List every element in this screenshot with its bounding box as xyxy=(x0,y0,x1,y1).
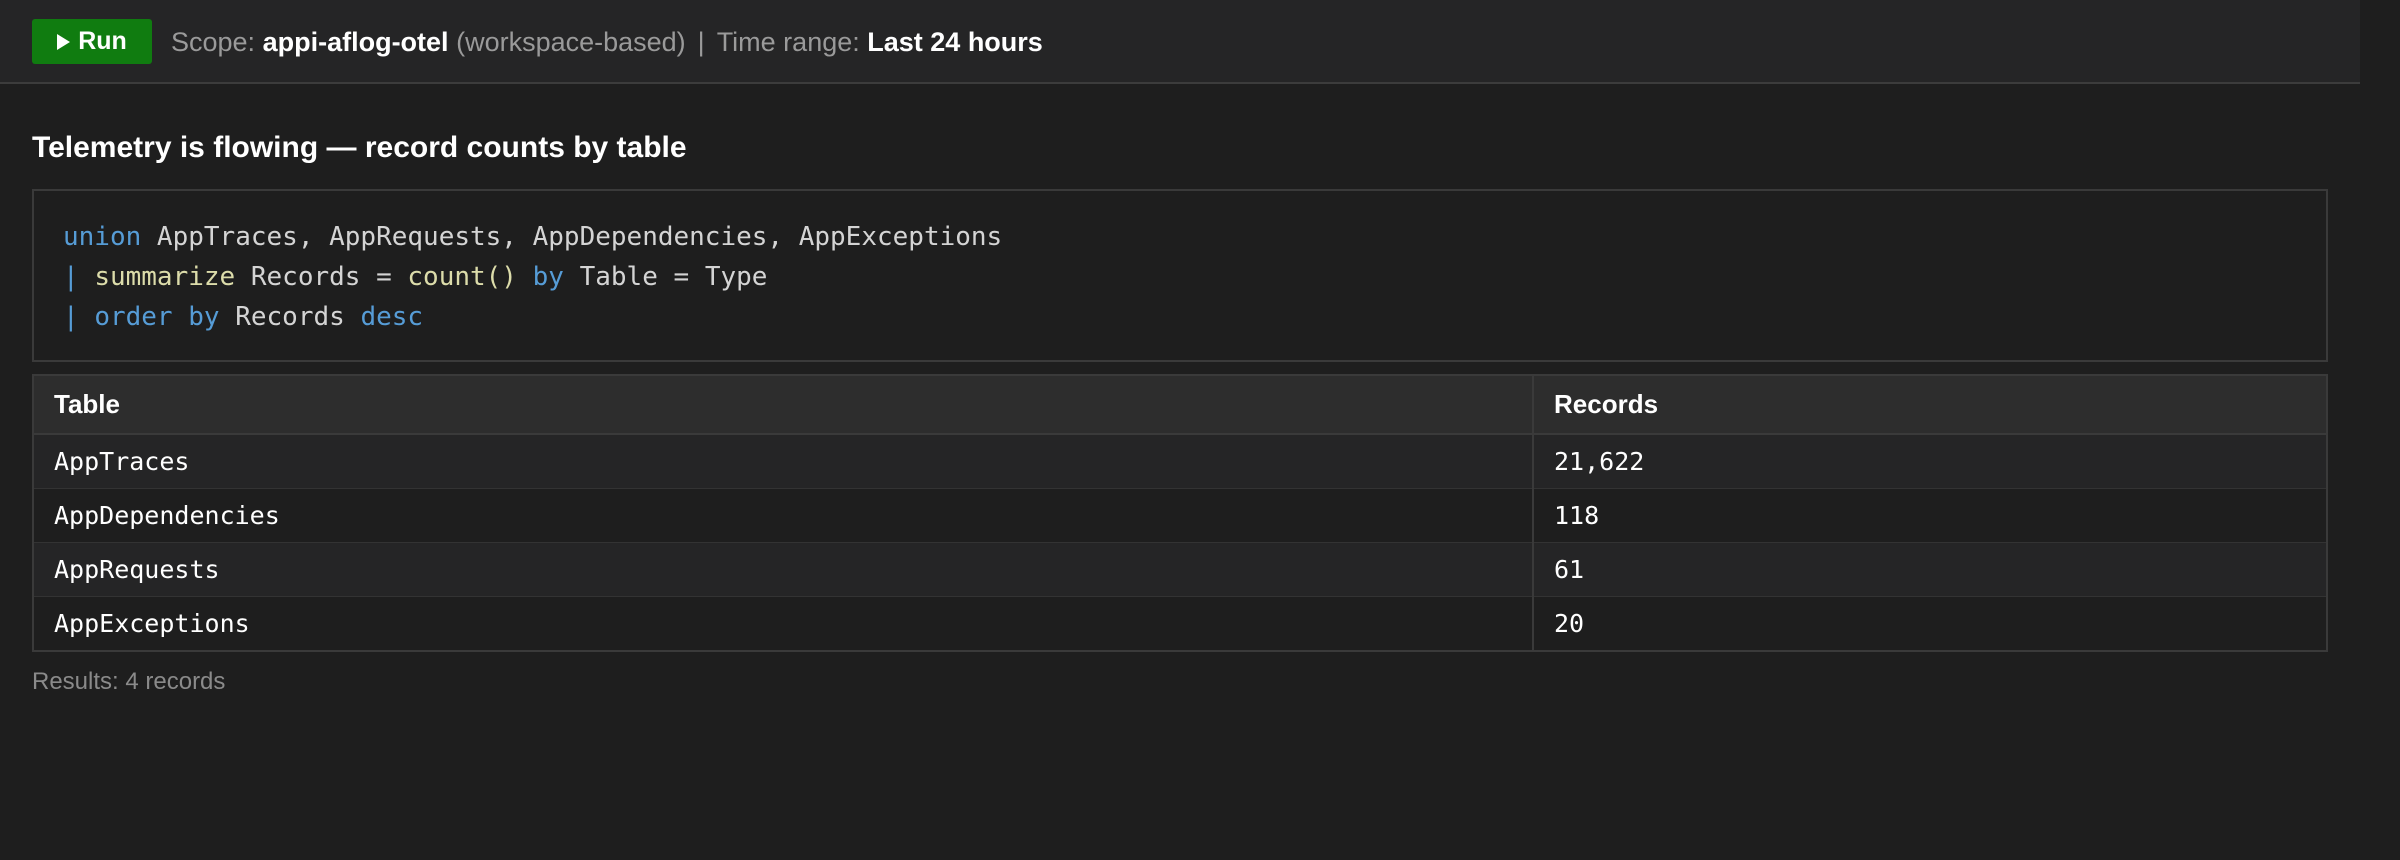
code-keyword: union xyxy=(63,222,142,252)
cell-record-count: 61 xyxy=(1533,542,2326,597)
scope-note: (workspace-based) xyxy=(456,27,686,57)
cell-table-name: AppRequests xyxy=(34,542,1534,597)
code-text: Records xyxy=(219,302,361,332)
table-row[interactable]: AppDependencies 118 xyxy=(34,488,2326,543)
result-heading: Telemetry is flowing — record counts by … xyxy=(32,131,687,164)
code-keyword: desc xyxy=(360,302,424,332)
query-code-block[interactable]: union AppTraces, AppRequests, AppDepende… xyxy=(32,189,2328,362)
run-button[interactable]: Run xyxy=(32,19,152,64)
code-text: AppTraces, AppRequests, AppDependencies,… xyxy=(141,222,1003,252)
table-row[interactable]: AppTraces 21,622 xyxy=(34,434,2326,489)
table-row[interactable]: AppExceptions 20 xyxy=(34,596,2326,650)
run-button-label: Run xyxy=(78,27,127,55)
code-function: summarize xyxy=(94,262,236,292)
query-line-3: | order by Records desc xyxy=(63,297,2326,337)
scope-info: Scope: appi-aflog-otel (workspace-based)… xyxy=(171,25,1043,59)
column-header-table[interactable]: Table xyxy=(34,376,1534,435)
play-icon xyxy=(57,34,71,50)
code-keyword: by xyxy=(532,262,564,292)
code-keyword: order by xyxy=(94,302,220,332)
code-pipe: | xyxy=(63,302,79,332)
query-line-1: union AppTraces, AppRequests, AppDepende… xyxy=(63,217,2326,257)
time-range-label: Time range: xyxy=(716,27,860,57)
cell-record-count: 21,622 xyxy=(1533,434,2326,489)
table-row[interactable]: AppRequests 61 xyxy=(34,542,2326,597)
code-pipe: | xyxy=(63,262,79,292)
scope-value[interactable]: appi-aflog-otel xyxy=(263,27,449,57)
code-text: Table = Type xyxy=(563,262,768,292)
code-function: count() xyxy=(407,262,517,292)
code-text: Records = xyxy=(235,262,408,292)
scope-label: Scope: xyxy=(171,27,256,57)
query-line-2: | summarize Records = count() by Table =… xyxy=(63,257,2326,297)
results-table: Table Records AppTraces 21,622 AppDepend… xyxy=(32,374,2328,652)
time-range-value[interactable]: Last 24 hours xyxy=(867,27,1043,57)
column-header-records[interactable]: Records xyxy=(1533,376,2326,435)
results-count: Results: 4 records xyxy=(32,668,226,695)
cell-table-name: AppExceptions xyxy=(34,596,1534,650)
cell-record-count: 118 xyxy=(1533,488,2326,543)
table-header-row: Table Records xyxy=(34,376,2326,435)
scope-separator: | xyxy=(697,27,705,57)
cell-record-count: 20 xyxy=(1533,596,2326,650)
query-toolbar: Run Scope: appi-aflog-otel (workspace-ba… xyxy=(0,0,2360,84)
cell-table-name: AppDependencies xyxy=(34,488,1534,543)
cell-table-name: AppTraces xyxy=(34,434,1534,489)
